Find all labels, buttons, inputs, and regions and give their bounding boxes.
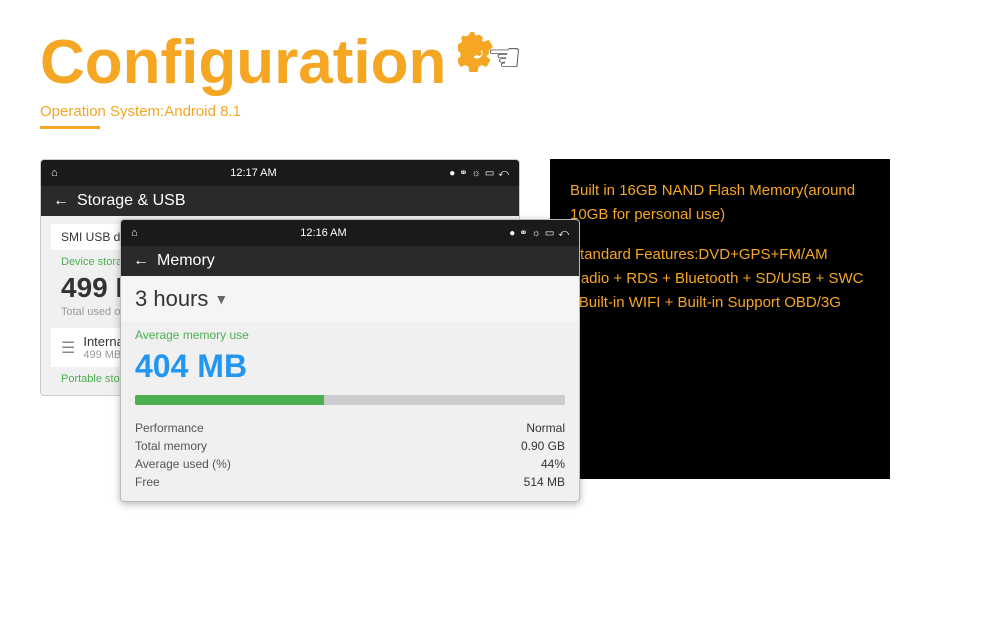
info-text-2: Standard Features:DVD+GPS+FM/AM Radio + … xyxy=(570,243,870,315)
inner-back-icon: ⤺ xyxy=(558,228,569,239)
header: Configuration ☜ Operation System:Android… xyxy=(0,0,1000,129)
inner-time: 12:16 AM xyxy=(300,227,346,239)
stat-row-avg: Average used (%) 44% xyxy=(135,455,565,473)
android-panel: ⌂ 12:17 AM ● ⚭ ☼ ▭ ⤺ ← Storage & USB SMI… xyxy=(40,159,530,479)
inner-status-right: ● ⚭ ☼ ▭ ⤺ xyxy=(509,228,569,239)
inner-location-icon: ● xyxy=(509,228,515,239)
time-dropdown-icon[interactable]: ▼ xyxy=(214,291,228,307)
subtitle: Operation System:Android 8.1 xyxy=(40,103,960,120)
info-panel: Built in 16GB NAND Flash Memory(around 1… xyxy=(550,159,890,479)
stat-row-free: Free 514 MB xyxy=(135,473,565,491)
title-icons: ☜ xyxy=(458,30,548,95)
info-block-1: Built in 16GB NAND Flash Memory(around 1… xyxy=(570,179,870,227)
outer-nav-title: Storage & USB xyxy=(77,192,186,210)
page-title: Configuration xyxy=(40,32,446,94)
progress-bar-bg xyxy=(135,395,565,405)
status-bar-right: ● ⚭ ☼ ▭ ⤺ xyxy=(449,168,509,179)
stat-label-avg: Average used (%) xyxy=(135,457,231,471)
inner-home-icon: ⌂ xyxy=(131,227,138,239)
inner-nav-bar: ← Memory xyxy=(121,246,579,276)
inner-body: 3 hours ▼ Average memory use 404 MB Perf… xyxy=(121,276,579,501)
back-icon: ⤺ xyxy=(498,168,509,179)
internal-label: Interna xyxy=(83,334,123,349)
stat-value-performance: Normal xyxy=(526,421,565,435)
stat-value-free: 514 MB xyxy=(524,475,565,489)
outer-status-bar: ⌂ 12:17 AM ● ⚭ ☼ ▭ ⤺ xyxy=(41,160,519,186)
stat-label-free: Free xyxy=(135,475,160,489)
stat-label-total: Total memory xyxy=(135,439,207,453)
back-arrow-icon[interactable]: ← xyxy=(53,192,69,210)
outer-nav-bar: ← Storage & USB xyxy=(41,186,519,216)
bluetooth-icon: ⚭ xyxy=(459,168,467,179)
internal-sub: 499 MB xyxy=(83,349,123,361)
memory-size: 404 MB xyxy=(121,344,579,393)
time-row: 3 hours ▼ xyxy=(121,276,579,322)
info-text-1: Built in 16GB NAND Flash Memory(around 1… xyxy=(570,179,870,227)
inner-window-icon: ▭ xyxy=(545,228,554,239)
internal-info: Interna 499 MB xyxy=(83,334,123,361)
outer-time: 12:17 AM xyxy=(230,167,276,179)
inner-status-left: ⌂ xyxy=(131,227,138,239)
home-icon: ⌂ xyxy=(51,167,58,179)
stat-value-total: 0.90 GB xyxy=(521,439,565,453)
stat-row-performance: Performance Normal xyxy=(135,419,565,437)
brightness-icon: ☼ xyxy=(472,168,481,179)
progress-bar-fill xyxy=(135,395,324,405)
list-icon: ☰ xyxy=(61,338,75,358)
inner-bluetooth-icon: ⚭ xyxy=(519,228,527,239)
stat-value-avg: 44% xyxy=(541,457,565,471)
status-bar-left: ⌂ xyxy=(51,167,58,179)
location-icon: ● xyxy=(449,168,455,179)
time-value: 3 hours xyxy=(135,286,208,312)
progress-bar-container xyxy=(121,393,579,415)
hand-cursor-icon: ☜ xyxy=(486,35,522,81)
inner-nav-title: Memory xyxy=(157,252,215,270)
window-icon: ▭ xyxy=(485,168,494,179)
stat-label-performance: Performance xyxy=(135,421,204,435)
inner-status-bar: ⌂ 12:16 AM ● ⚭ ☼ ▭ ⤺ xyxy=(121,220,579,246)
inner-back-arrow-icon[interactable]: ← xyxy=(133,252,149,270)
stat-row-total: Total memory 0.90 GB xyxy=(135,437,565,455)
inner-brightness-icon: ☼ xyxy=(532,228,541,239)
underline-decoration xyxy=(40,126,100,129)
title-row: Configuration ☜ xyxy=(40,30,960,95)
info-block-2: Standard Features:DVD+GPS+FM/AM Radio + … xyxy=(570,243,870,315)
inner-screen: ⌂ 12:16 AM ● ⚭ ☼ ▭ ⤺ ← Memory 3 hours ▼ xyxy=(120,219,580,502)
stats-table: Performance Normal Total memory 0.90 GB … xyxy=(121,415,579,501)
avg-label: Average memory use xyxy=(121,322,579,344)
content-area: ⌂ 12:17 AM ● ⚭ ☼ ▭ ⤺ ← Storage & USB SMI… xyxy=(0,139,1000,479)
